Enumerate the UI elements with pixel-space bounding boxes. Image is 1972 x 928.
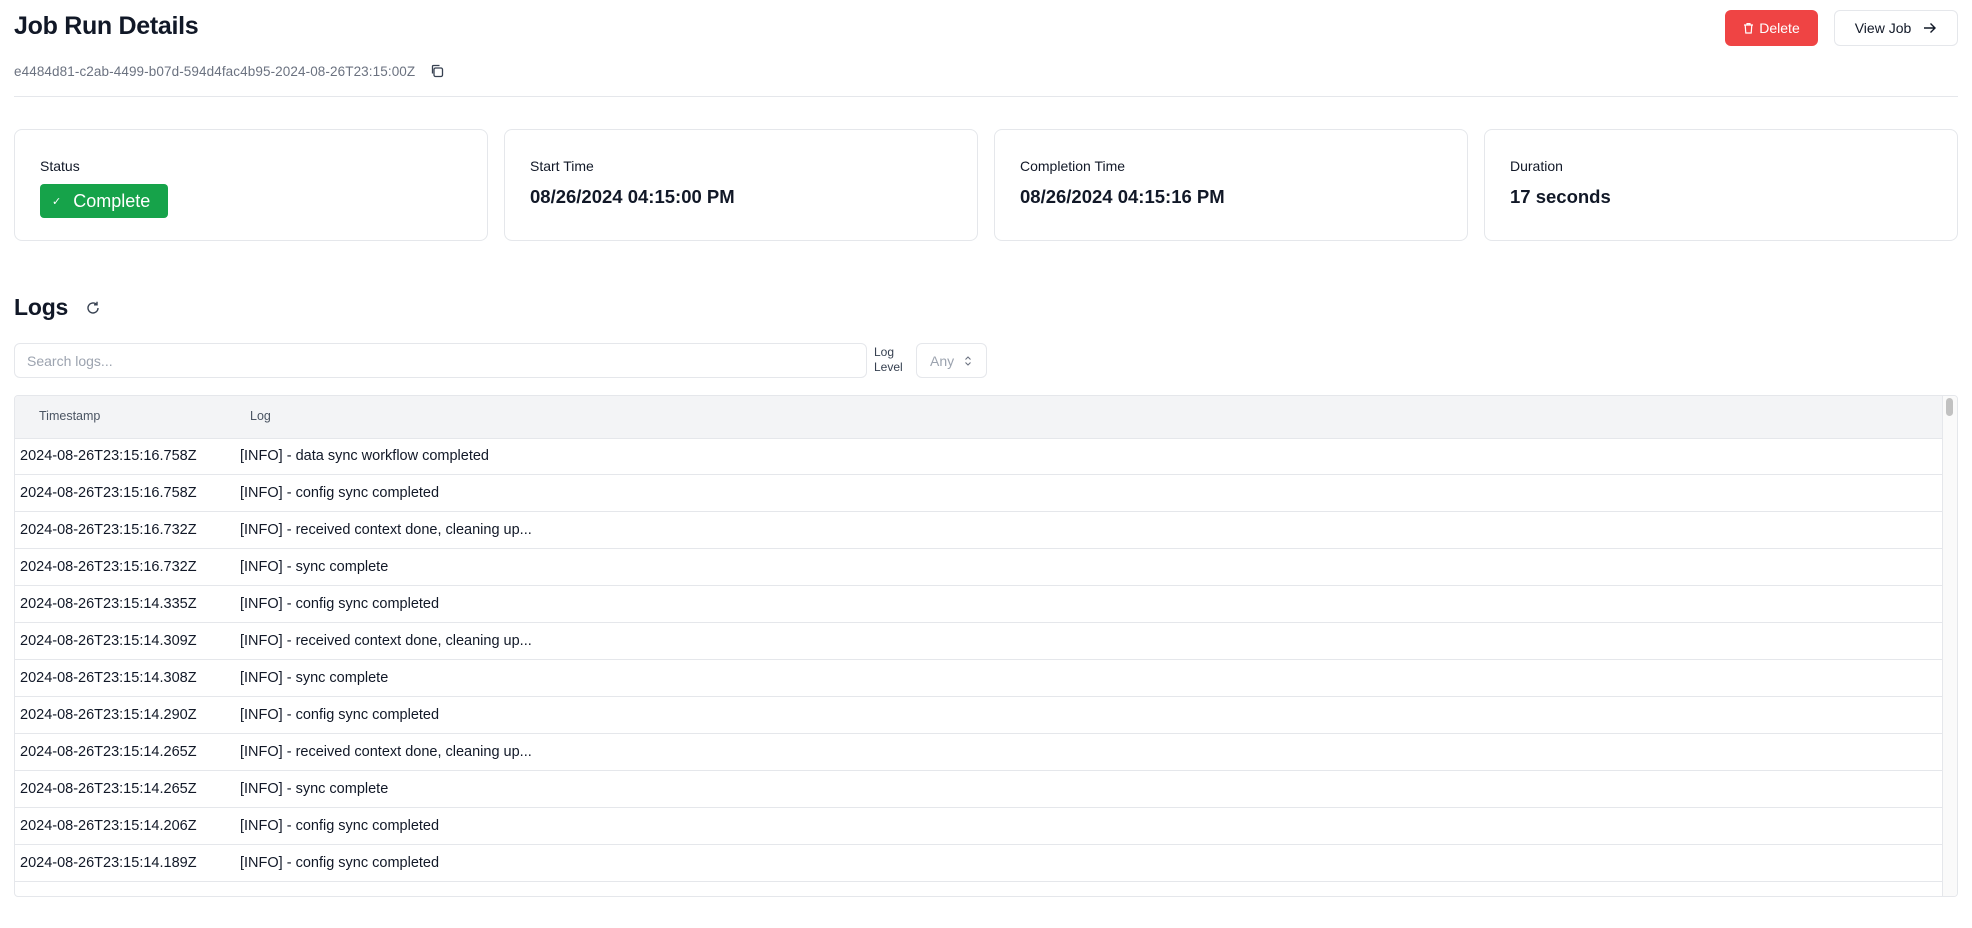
trash-icon [1744, 23, 1754, 34]
logs-title: Logs [14, 294, 69, 320]
log-cell: [INFO] - sync complete [240, 559, 389, 575]
table-row[interactable]: 2024-08-26T23:15:14.265Z [INFO] - receive… [15, 734, 1943, 771]
scrollbar-thumb[interactable] [1946, 398, 1953, 416]
log-level-select[interactable]: Any [916, 343, 987, 378]
status-card: Status ✓ Complete [14, 129, 488, 241]
timestamp-cell: 2024-08-26T23:15:14.189Z [20, 855, 197, 871]
logs-header: Logs [14, 294, 102, 321]
column-header-timestamp[interactable]: Timestamp [39, 409, 100, 423]
status-badge: ✓ Complete [40, 184, 168, 218]
table-row[interactable]: 2024-08-26T23:15:14.189Z [INFO] - config … [15, 845, 1943, 882]
duration-label: Duration [1510, 158, 1563, 174]
timestamp-cell: 2024-08-26T23:15:14.335Z [20, 596, 197, 612]
log-cell: [INFO] - config sync completed [240, 818, 440, 834]
completion-time-label: Completion Time [1020, 158, 1126, 174]
duration-card: Duration 17 seconds [1484, 129, 1958, 241]
search-logs-input[interactable] [14, 343, 867, 378]
table-row[interactable]: 2024-08-26T23:15:14.290Z [INFO] - config … [15, 697, 1943, 734]
run-id: e4484d81-c2ab-4499-b07d-594d4fac4b95-202… [14, 63, 416, 79]
table-row[interactable]: 2024-08-26T23:15:16.732Z [INFO] - receive… [15, 512, 1943, 549]
completion-time-value: 08/26/2024 04:15:16 PM [1020, 186, 1225, 207]
timestamp-cell: 2024-08-26T23:15:16.732Z [20, 522, 197, 538]
header-divider [14, 96, 1958, 97]
start-time-label: Start Time [530, 158, 594, 174]
log-level-label: Log Level [874, 345, 903, 374]
copy-icon[interactable] [429, 63, 445, 79]
timestamp-cell: 2024-08-26T23:15:14.265Z [20, 744, 197, 760]
log-cell: [INFO] - config sync completed [240, 855, 440, 871]
summary-cards: Status ✓ Complete Start Time 08/26/2024 … [14, 129, 1958, 241]
timestamp-cell: 2024-08-26T23:15:14.308Z [20, 670, 197, 686]
view-job-button[interactable]: View Job [1834, 10, 1958, 46]
log-cell: [INFO] - config sync completed [240, 485, 440, 501]
log-cell: [INFO] - received context done, cleaning… [240, 744, 532, 760]
log-cell: [INFO] - sync complete [240, 781, 389, 797]
log-cell: [INFO] - received context done, cleaning… [240, 522, 532, 538]
table-row[interactable]: 2024-08-26T23:15:14.309Z [INFO] - receive… [15, 623, 1943, 660]
run-id-row: e4484d81-c2ab-4499-b07d-594d4fac4b95-202… [14, 60, 445, 82]
table-row[interactable]: 2024-08-26T23:15:14.308Z [INFO] - sync co… [15, 660, 1943, 697]
refresh-icon[interactable] [84, 299, 102, 317]
timestamp-cell: 2024-08-26T23:15:16.758Z [20, 485, 197, 501]
log-level-value: Any [930, 352, 955, 369]
timestamp-cell: 2024-08-26T23:15:16.732Z [20, 559, 197, 575]
status-label: Status [40, 158, 80, 174]
column-header-log[interactable]: Log [250, 409, 271, 423]
timestamp-cell: 2024-08-26T23:15:14.206Z [20, 818, 197, 834]
timestamp-cell: 2024-08-26T23:15:16.758Z [20, 448, 197, 464]
log-cell: [INFO] - config sync completed [240, 707, 440, 723]
start-time-value: 08/26/2024 04:15:00 PM [530, 186, 735, 207]
table-row[interactable]: 2024-08-26T23:15:14.206Z [INFO] - config … [15, 808, 1943, 845]
delete-label: Delete [1759, 20, 1800, 36]
table-row[interactable]: 2024-08-26T23:15:14.265Z [INFO] - sync co… [15, 771, 1943, 808]
delete-button[interactable]: Delete [1725, 10, 1818, 46]
arrow-right-icon [1924, 23, 1937, 33]
log-cell: [INFO] - config sync completed [240, 596, 440, 612]
timestamp-cell: 2024-08-26T23:15:14.290Z [20, 707, 197, 723]
chevron-updown-icon [965, 355, 972, 366]
logs-table: Timestamp Log 2024-08-26T23:15:16.758Z [I… [14, 395, 1958, 897]
duration-value: 17 seconds [1510, 186, 1611, 207]
timestamp-cell: 2024-08-26T23:15:14.265Z [20, 781, 197, 797]
view-job-label: View Job [1854, 20, 1912, 36]
log-cell: [INFO] - sync complete [240, 670, 389, 686]
table-row[interactable]: 2024-08-26T23:15:16.758Z [INFO] - config … [15, 475, 1943, 512]
page-title: Job Run Details [14, 12, 199, 40]
table-scrollbar[interactable] [1942, 396, 1957, 896]
table-header: Timestamp Log [15, 396, 1943, 439]
log-cell: [INFO] - received context done, cleaning… [240, 633, 532, 649]
table-row[interactable]: 2024-08-26T23:15:16.732Z [INFO] - sync co… [15, 549, 1943, 586]
table-row[interactable]: 2024-08-26T23:15:16.758Z [INFO] - data sy… [15, 438, 1943, 475]
table-body: 2024-08-26T23:15:16.758Z [INFO] - data sy… [15, 438, 1943, 882]
timestamp-cell: 2024-08-26T23:15:14.309Z [20, 633, 197, 649]
check-icon: ✓ [52, 195, 62, 208]
table-row[interactable]: 2024-08-26T23:15:14.335Z [INFO] - config … [15, 586, 1943, 623]
log-cell: [INFO] - data sync workflow completed [240, 448, 489, 464]
start-time-card: Start Time 08/26/2024 04:15:00 PM [504, 129, 978, 241]
status-value: Complete [73, 190, 151, 211]
completion-time-card: Completion Time 08/26/2024 04:15:16 PM [994, 129, 1468, 241]
page-header: Job Run Details Delete View Job [14, 10, 1958, 50]
